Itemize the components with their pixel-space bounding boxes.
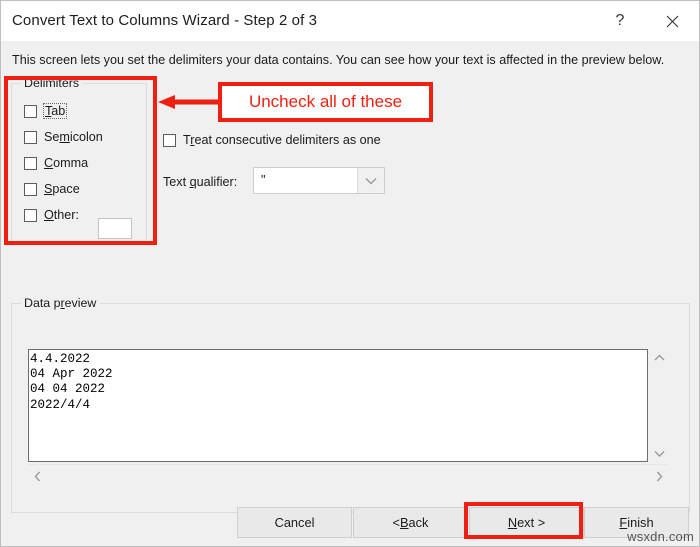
close-x-icon <box>666 15 678 27</box>
checkbox-row-semicolon[interactable]: Semicolon <box>24 128 103 146</box>
scroll-right-icon[interactable] <box>650 467 668 485</box>
text-qualifier-combobox[interactable]: " <box>253 167 385 194</box>
checkbox-treat-consecutive[interactable] <box>163 133 176 147</box>
preview-horizontal-scrollbar[interactable] <box>28 464 668 487</box>
data-preview-legend: Data preview <box>21 296 101 310</box>
close-button[interactable] <box>649 1 695 41</box>
checkbox-row-tab[interactable]: Tab <box>24 102 68 120</box>
delimiters-legend: Delimiters <box>21 76 84 90</box>
annotation-callout-text: Uncheck all of these <box>248 92 403 111</box>
annotation-callout-uncheck: Uncheck all of these <box>218 82 433 122</box>
delimiters-groupbox: Delimiters Tab Semicolon Comma Space Oth… <box>11 76 147 243</box>
text-qualifier-value: " <box>261 173 266 188</box>
text-qualifier-label: Text qualifier: <box>163 175 238 189</box>
checkbox-row-space[interactable]: Space <box>24 180 80 198</box>
scroll-left-icon[interactable] <box>28 467 46 485</box>
checkbox-label-tab: Tab <box>43 103 68 119</box>
checkbox-label-space: Space <box>44 182 80 196</box>
dialog-titlebar: Convert Text to Columns Wizard - Step 2 … <box>1 1 699 41</box>
checkbox-other[interactable] <box>24 208 37 222</box>
preview-vertical-scrollbar[interactable] <box>651 349 668 462</box>
checkbox-comma[interactable] <box>24 156 37 170</box>
annotation-arrow-icon <box>158 95 219 109</box>
back-button[interactable]: < Back <box>353 507 468 538</box>
checkbox-space[interactable] <box>24 182 37 196</box>
watermark: wsxdn.com <box>627 529 694 544</box>
data-preview-groupbox: Data preview 4.4.2022 04 Apr 2022 04 04 … <box>11 296 690 513</box>
scroll-down-icon[interactable] <box>651 445 668 462</box>
checkbox-row-other[interactable]: Other: <box>24 206 79 224</box>
question-mark-icon: ? <box>615 12 625 29</box>
checkbox-label-other: Other: <box>44 208 79 222</box>
chevron-down-icon[interactable] <box>357 168 384 193</box>
data-preview-text[interactable]: 4.4.2022 04 Apr 2022 04 04 2022 2022/4/4 <box>28 349 648 462</box>
dialog-description: This screen lets you set the delimiters … <box>12 53 665 67</box>
next-button[interactable]: Next > <box>469 507 584 538</box>
help-button[interactable]: ? <box>597 1 643 41</box>
checkbox-label-semicolon: Semicolon <box>44 130 103 144</box>
treat-consecutive-label: Treat consecutive delimiters as one <box>183 133 381 147</box>
treat-consecutive-row[interactable]: Treat consecutive delimiters as one <box>163 133 381 147</box>
checkbox-semicolon[interactable] <box>24 130 37 144</box>
cancel-button[interactable]: Cancel <box>237 507 352 538</box>
other-delimiter-input[interactable] <box>98 218 132 239</box>
scroll-up-icon[interactable] <box>651 349 668 366</box>
checkbox-tab[interactable] <box>24 104 37 118</box>
checkbox-label-comma: Comma <box>44 156 89 170</box>
dialog-title: Convert Text to Columns Wizard - Step 2 … <box>12 12 318 29</box>
checkbox-row-comma[interactable]: Comma <box>24 154 88 172</box>
